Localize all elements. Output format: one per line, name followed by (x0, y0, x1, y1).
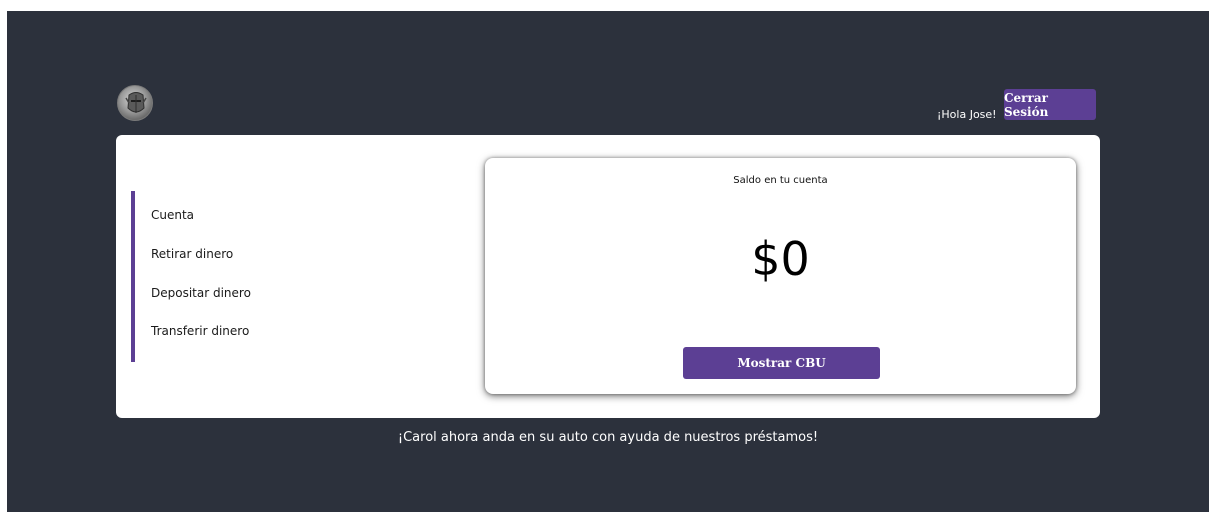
sidebar-item-cuenta[interactable]: Cuenta (151, 208, 194, 222)
sidebar-item-transferir-dinero[interactable]: Transferir dinero (151, 324, 249, 338)
greeting-text: ¡Hola Jose! (937, 108, 997, 121)
account-panel: Cuenta Retirar dinero Depositar dinero T… (116, 135, 1100, 418)
sidebar-item-retirar-dinero[interactable]: Retirar dinero (151, 247, 233, 261)
app-frame: ¡Hola Jose! Cerrar Sesión Cuenta Retirar… (7, 11, 1209, 512)
balance-title: Saldo en tu cuenta (733, 175, 828, 186)
balance-card: Saldo en tu cuenta $0 Mostrar CBU (485, 158, 1076, 394)
sidebar-accent-bar (131, 191, 135, 362)
promo-banner-text: ¡Carol ahora anda en su auto con ayuda d… (397, 430, 819, 445)
balance-amount: $0 (751, 232, 810, 286)
show-cbu-button[interactable]: Mostrar CBU (683, 347, 880, 379)
sidebar-item-depositar-dinero[interactable]: Depositar dinero (151, 286, 251, 300)
logout-button[interactable]: Cerrar Sesión (1004, 89, 1096, 120)
knight-helmet-logo-icon[interactable] (117, 85, 153, 121)
